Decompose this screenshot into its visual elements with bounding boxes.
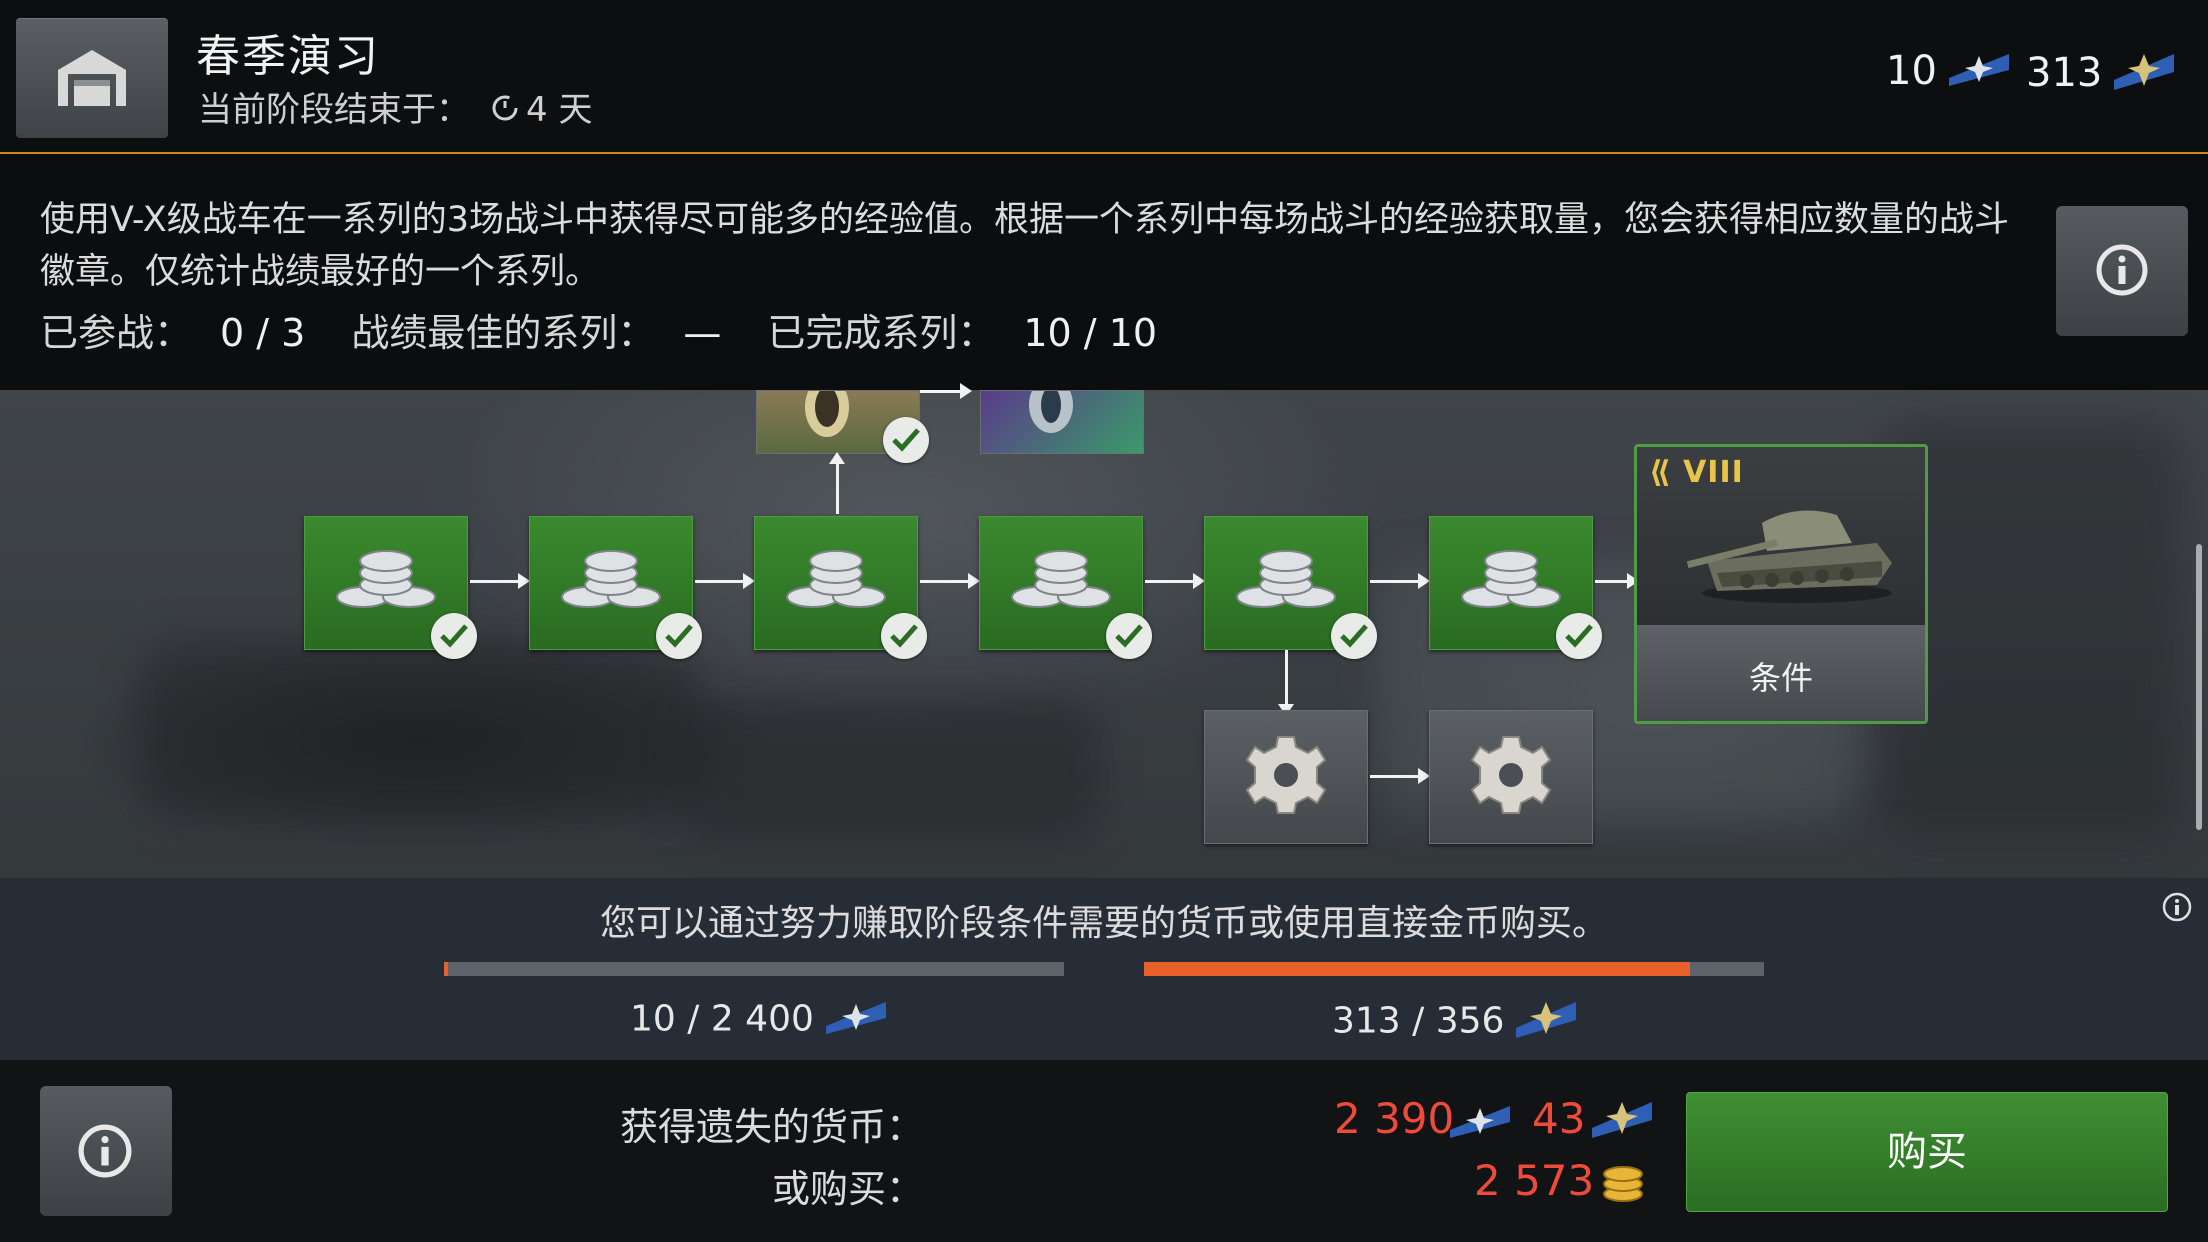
info-icon <box>2096 244 2148 296</box>
hangar-button[interactable] <box>16 18 168 138</box>
lost-amount-gold-badges: 43 <box>1532 1094 1586 1143</box>
task-description-panel: 使用V-X级战车在一系列的3场战斗中获得尽可能多的经验值。根据一个系列中每场战斗… <box>0 154 2208 390</box>
arrow-connector <box>1595 573 1639 589</box>
completed-check <box>656 613 702 659</box>
completed-check <box>431 613 477 659</box>
completed-series-value: 10 / 10 <box>1023 311 1158 355</box>
progress-panel: 您可以通过努力赚取阶段条件需要的货币或使用直接金币购买。 10 / 2 400 … <box>0 878 2208 1060</box>
arrow-connector <box>695 573 755 589</box>
description-info-button[interactable] <box>2056 206 2188 336</box>
progress-fill <box>444 962 448 976</box>
silver-coins-icon <box>1011 550 1111 608</box>
silver-coins-icon <box>786 550 886 608</box>
lost-amount-badges: 2 390 <box>1334 1094 1455 1143</box>
tank-image: ⟪ VIII <box>1637 447 1925 625</box>
stage-end-info: 当前阶段结束于： 4 天 <box>198 82 592 132</box>
stage-end-label: 当前阶段结束于： <box>198 90 470 130</box>
purchase-panel: 获得遗失的货币： 2 390 43 或购买： 2 573 购买 <box>0 1060 2208 1242</box>
reward-node-credits-4[interactable] <box>979 516 1152 659</box>
progress-value-gold-badges: 313 / 356 <box>1332 996 1578 1049</box>
arrow-connector-down <box>1278 650 1294 716</box>
gold-badge-icon <box>1514 996 1578 1049</box>
task-stats: 已参战： 0 / 3 战绩最佳的系列： — 已完成系列： 10 / 10 <box>40 302 1203 357</box>
gold-price: 2 573 <box>1474 1156 1595 1205</box>
timer-icon <box>490 92 520 132</box>
conditions-label: 条件 <box>1748 659 1813 697</box>
reward-node-camo[interactable] <box>980 390 1144 454</box>
completed-check <box>881 613 927 659</box>
medal-badge-icon <box>824 996 888 1045</box>
gold-badge-icon <box>2112 48 2176 102</box>
arrow-connector <box>920 573 980 589</box>
progress-value-gold-badges-text: 313 / 356 <box>1332 1000 1505 1042</box>
silver-coins-icon <box>1236 550 1336 608</box>
best-series-label: 战绩最佳的系列： <box>351 311 656 355</box>
reward-node-equipment-2[interactable] <box>1429 710 1593 844</box>
arrow-connector <box>920 383 972 399</box>
arrow-connector <box>470 573 530 589</box>
progress-bar-gold-badges <box>1144 962 1764 976</box>
completed-series-label: 已完成系列： <box>767 311 996 355</box>
gold-coins-icon <box>1603 1166 1643 1202</box>
buy-button[interactable]: 购买 <box>1686 1092 2168 1212</box>
bottom-info-button[interactable] <box>40 1086 172 1216</box>
task-description: 使用V-X级战车在一系列的3场战斗中获得尽可能多的经验值。根据一个系列中每场战斗… <box>40 200 2010 292</box>
progress-bar-badges <box>444 962 1064 976</box>
currency-b-value: 313 <box>2026 50 2103 96</box>
progress-hint: 您可以通过努力赚取阶段条件需要的货币或使用直接金币购买。 <box>599 903 1608 944</box>
reward-node-credits-2[interactable] <box>529 516 702 659</box>
reward-node-credits-1[interactable] <box>304 516 477 659</box>
gear-icon <box>1245 736 1327 814</box>
time-left: 4 天 <box>526 90 593 130</box>
medal-badge-icon <box>1450 1106 1510 1138</box>
gear-icon <box>1470 736 1552 814</box>
completed-check <box>1106 613 1152 659</box>
currency-a-display: 10 <box>1886 48 2011 98</box>
arrow-connector-up <box>829 452 845 514</box>
or-buy-label: 或购买： <box>771 1167 924 1211</box>
reward-node-credits-5[interactable] <box>1204 516 1377 659</box>
progress-fill <box>1144 962 1690 976</box>
top-header: 春季演习 当前阶段结束于： 4 天 10 313 <box>0 0 2208 154</box>
completed-check <box>883 417 929 463</box>
camo-reward-icon <box>1029 391 1073 433</box>
completed-check <box>1556 613 1602 659</box>
hangar-icon <box>58 50 126 106</box>
arrow-connector <box>1145 573 1205 589</box>
silver-coins-icon <box>336 550 436 608</box>
completed-check <box>1331 613 1377 659</box>
reward-node-equipment-1[interactable] <box>1204 710 1368 844</box>
info-icon <box>78 1124 132 1178</box>
arrow-connector <box>1370 768 1430 784</box>
played-label: 已参战： <box>40 311 193 355</box>
medal-badge-icon <box>1947 48 2011 98</box>
played-value: 0 / 3 <box>220 311 306 355</box>
reward-node-badge[interactable] <box>756 390 929 463</box>
vertical-scrollbar[interactable] <box>2196 544 2202 830</box>
tank-reward-card[interactable]: ⟪ VIII 条件 <box>1634 444 1928 724</box>
currency-a-value: 10 <box>1886 48 1937 94</box>
arrow-connector <box>1370 573 1430 589</box>
tank-icon <box>1686 510 1892 603</box>
page-title: 春季演习 <box>196 31 380 82</box>
progress-value-badges: 10 / 2 400 <box>630 996 888 1045</box>
silver-coins-icon <box>1461 550 1561 608</box>
progress-value-badges-text: 10 / 2 400 <box>630 998 814 1040</box>
lost-currency-label: 获得遗失的货币： <box>619 1105 924 1149</box>
best-series-value: — <box>683 311 722 355</box>
info-icon[interactable] <box>2162 892 2192 922</box>
reward-node-credits-6[interactable] <box>1429 516 1602 659</box>
silver-coins-icon <box>561 550 661 608</box>
reward-node-credits-3[interactable] <box>754 516 927 659</box>
currency-b-display: 313 <box>2026 48 2176 102</box>
badge-reward-icon <box>805 391 849 437</box>
gold-badge-icon <box>1592 1102 1652 1138</box>
